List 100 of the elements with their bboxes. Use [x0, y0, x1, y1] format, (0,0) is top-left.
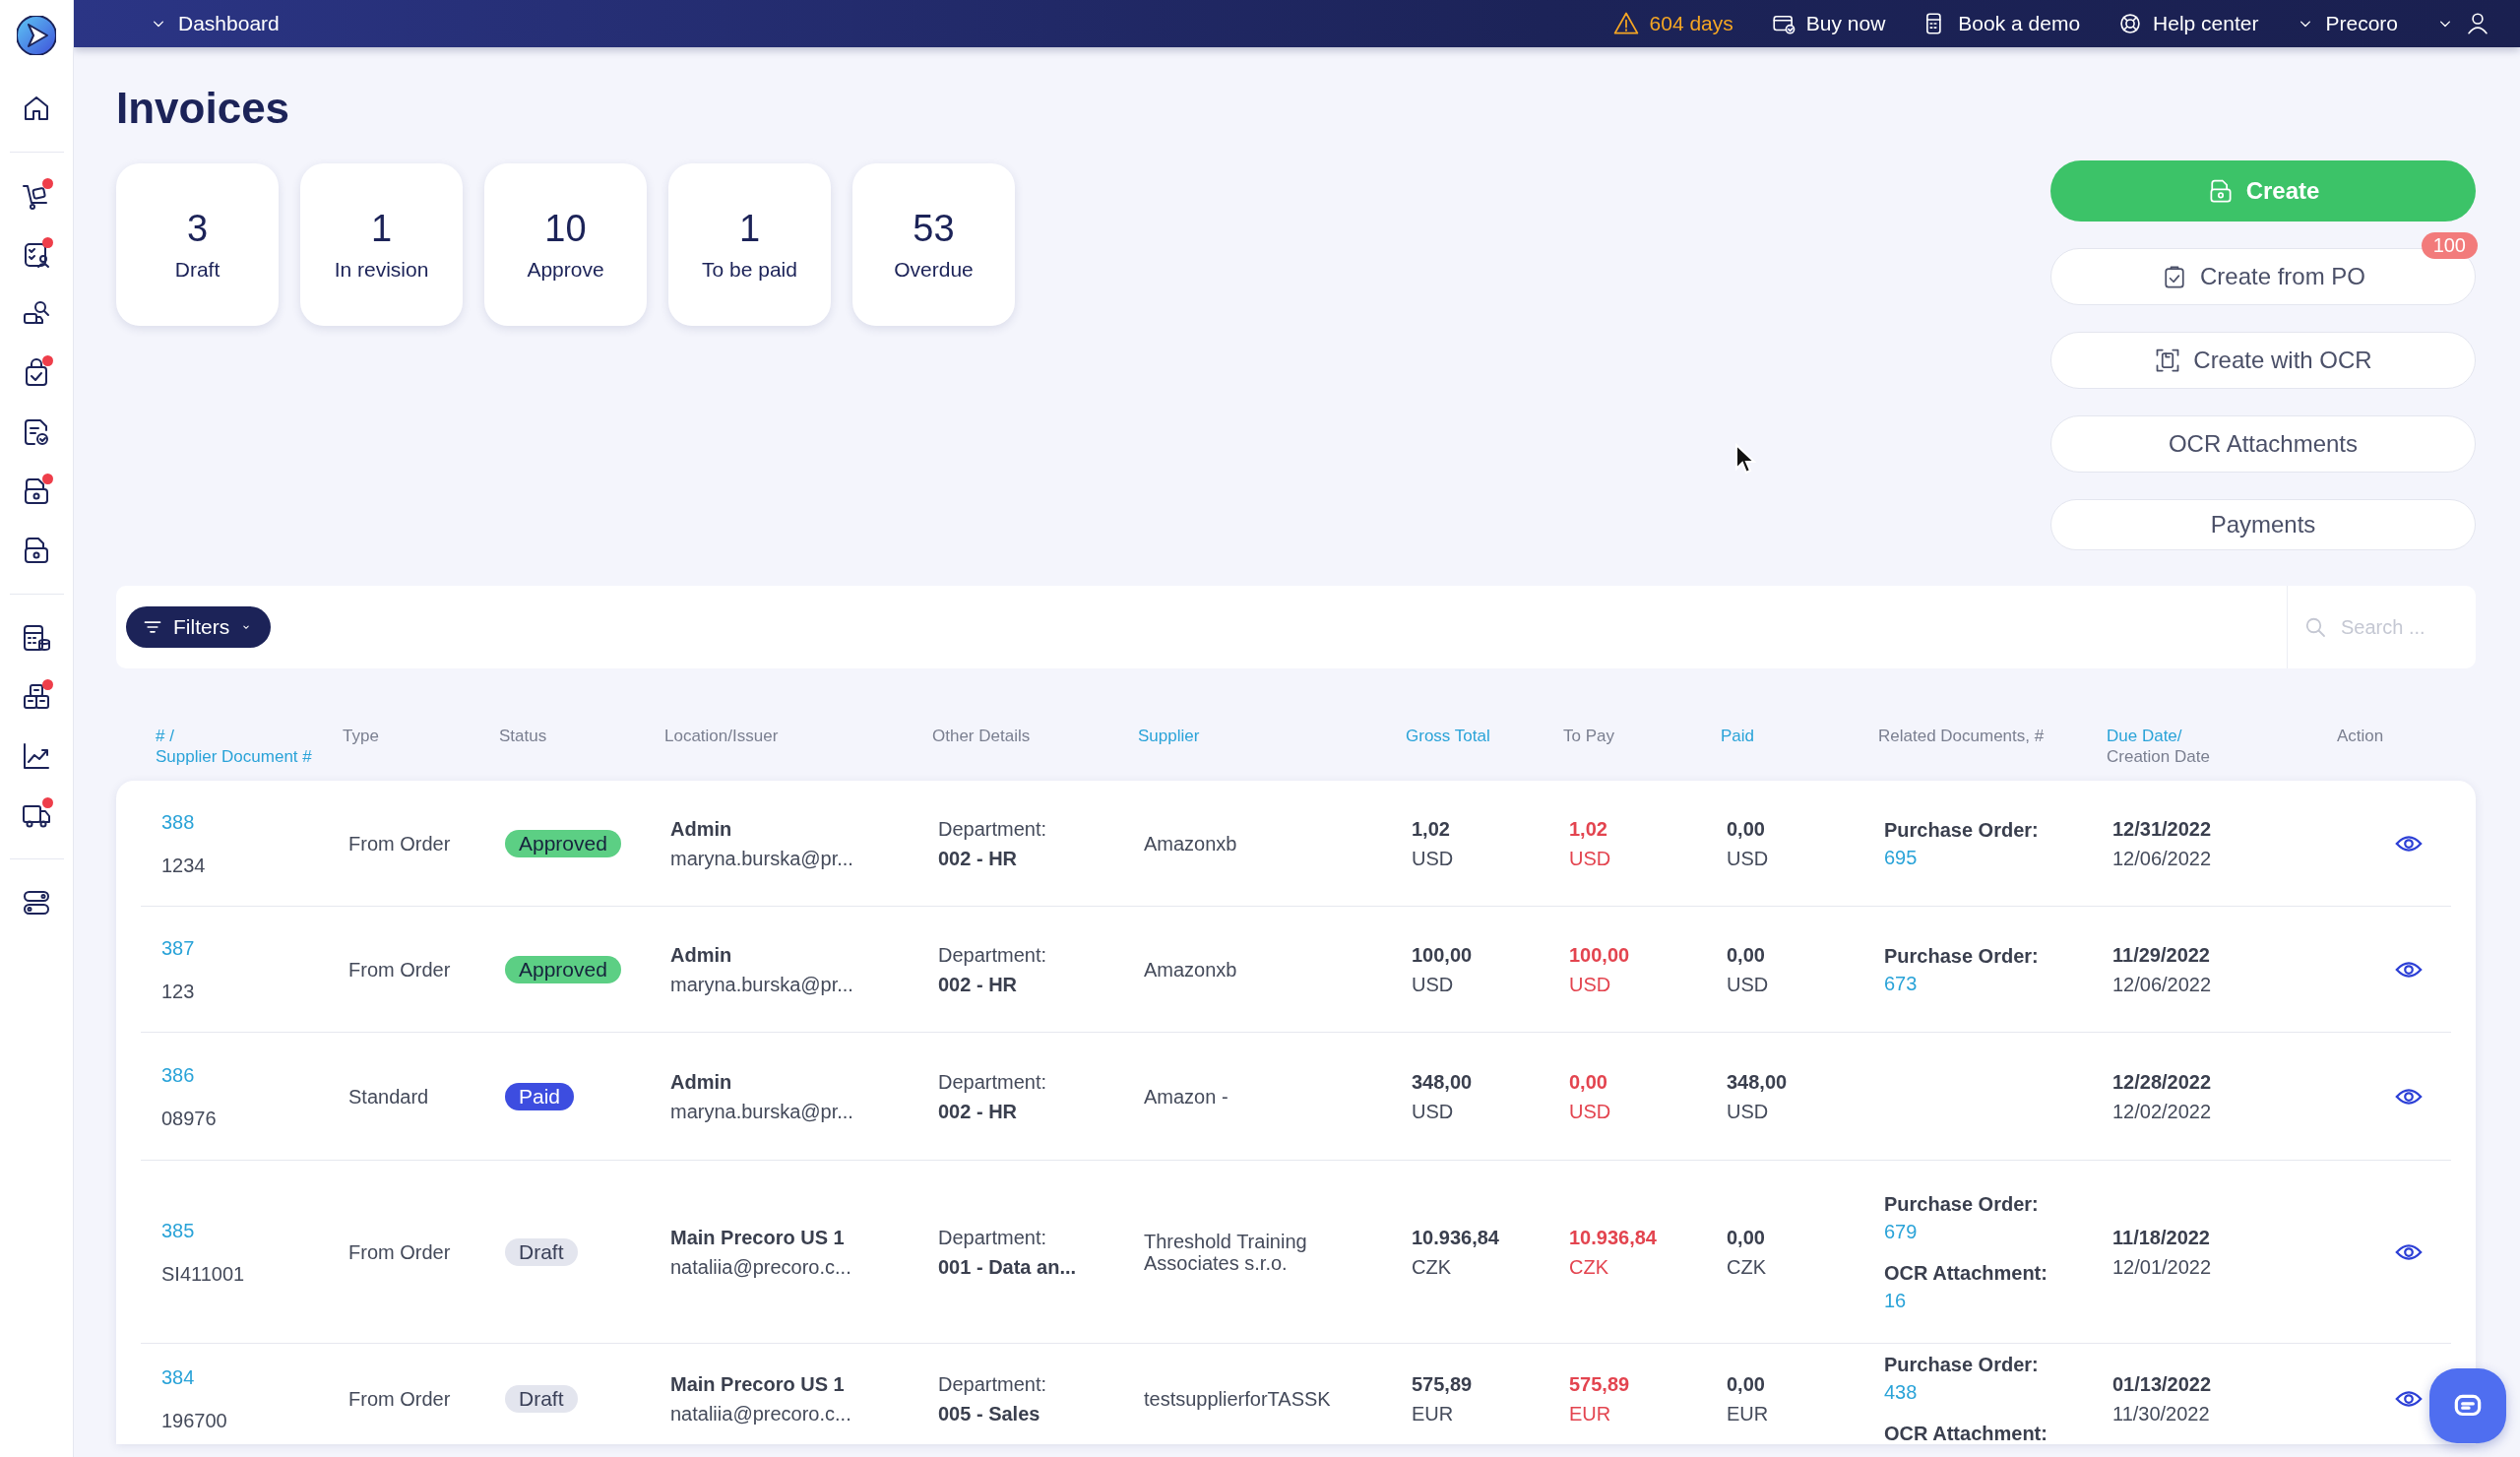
- amount: 348,00: [1727, 1070, 1789, 1093]
- invoice-type: From Order: [348, 1240, 452, 1263]
- currency: USD: [1727, 973, 1770, 995]
- amount: 10.936,84: [1569, 1226, 1658, 1248]
- column-header[interactable]: Supplier: [1138, 726, 1406, 746]
- document-link[interactable]: 673: [1884, 972, 2107, 994]
- stat-card[interactable]: 1 To be paid: [668, 163, 831, 326]
- warning-icon: [1611, 10, 1640, 37]
- stat-card[interactable]: 3 Draft: [116, 163, 279, 326]
- detail-value: 002 - HR: [938, 1100, 1019, 1122]
- currency: USD: [1727, 847, 1770, 869]
- top-bar-link[interactable]: Help center: [2117, 11, 2259, 36]
- issuer-email: maryna.burska@pr...: [670, 847, 854, 869]
- company-menu[interactable]: Precoro: [2296, 12, 2398, 35]
- stat-label: Draft: [174, 257, 220, 282]
- invoice-number-link[interactable]: 384: [161, 1366, 343, 1388]
- create-button[interactable]: Create: [2050, 160, 2476, 222]
- supplier-name: Amazon -: [1144, 1085, 1229, 1108]
- invoice-number-link[interactable]: 385: [161, 1219, 343, 1241]
- stat-count: 1: [370, 208, 393, 248]
- column-header[interactable]: Supplier Document #: [156, 746, 343, 767]
- stat-count: 53: [913, 208, 955, 248]
- issuer-email: nataliia@precoro.c...: [670, 1403, 852, 1425]
- top-bar-link[interactable]: Buy now: [1770, 11, 1886, 36]
- document-label: OCR Attachment:: [1884, 1261, 2048, 1284]
- issuer-email: maryna.burska@pr...: [670, 973, 854, 995]
- currency: EUR: [1727, 1403, 1770, 1425]
- action-button[interactable]: OCR Attachments: [2050, 415, 2476, 473]
- document-link[interactable]: 16: [1884, 1289, 2107, 1311]
- stat-card[interactable]: 53 Overdue: [852, 163, 1015, 326]
- creation-date: 12/06/2022: [2112, 973, 2213, 995]
- stat-label: To be paid: [702, 257, 797, 282]
- amount: 100,00: [1569, 943, 1631, 966]
- currency: USD: [1569, 973, 1612, 995]
- currency: USD: [1412, 973, 1455, 995]
- stat-card[interactable]: 10 Approve: [484, 163, 647, 326]
- stat-label: In revision: [334, 257, 429, 282]
- column-header[interactable]: # /: [156, 726, 343, 746]
- amount: 575,89: [1412, 1373, 1474, 1395]
- currency: USD: [1412, 1100, 1455, 1122]
- supplier-name: testsupplierforTASSK: [1144, 1388, 1332, 1410]
- dashboard-menu[interactable]: Dashboard: [149, 12, 280, 35]
- issuer-name: Admin: [670, 943, 733, 966]
- calculator-icon[interactable]: [21, 622, 52, 654]
- invoice-type: Standard: [348, 1085, 430, 1108]
- search-field[interactable]: Search ...: [2339, 614, 2471, 640]
- detail-label: Department:: [938, 943, 1048, 966]
- amount: 0,00: [1727, 1373, 1766, 1395]
- supplier-name: Threshold Training Associates s.r.o.: [1144, 1230, 1308, 1274]
- detail-value: 002 - HR: [938, 847, 1019, 869]
- amount: 100,00: [1412, 943, 1474, 966]
- supplier-name: Amazonxb: [1144, 958, 1238, 981]
- detail-value: 005 - Sales: [938, 1403, 1041, 1425]
- stat-card[interactable]: 1 In revision: [300, 163, 463, 326]
- invoice-number-link[interactable]: 388: [161, 810, 343, 833]
- supplier-name: Amazonxb: [1144, 832, 1238, 855]
- document-label: Purchase Order:: [1884, 1354, 2040, 1375]
- column-header: Type: [343, 726, 380, 746]
- document-link[interactable]: 695: [1884, 846, 2107, 868]
- column-header[interactable]: Due Date/: [2107, 726, 2337, 746]
- currency: CZK: [1727, 1255, 1767, 1278]
- column-header[interactable]: Paid: [1721, 726, 1878, 746]
- amount: 0,00: [1569, 1070, 1608, 1093]
- document-link[interactable]: 679: [1884, 1220, 2107, 1242]
- top-bar-link[interactable]: Book a demo: [1922, 11, 2081, 36]
- document-label: Purchase Order:: [1884, 818, 2040, 841]
- invoice-number-link[interactable]: 387: [161, 936, 343, 959]
- page-title: Invoices: [116, 87, 291, 130]
- detail-label: Department:: [938, 1070, 1048, 1093]
- document-label: Purchase Order:: [1884, 944, 2040, 967]
- user-icon: [2465, 11, 2490, 36]
- stat-label: Approve: [527, 257, 604, 282]
- cursor-icon: [1734, 443, 1756, 475]
- document-number: 1234: [161, 854, 207, 876]
- logo-icon[interactable]: [17, 16, 56, 55]
- issuer-name: Admin: [670, 817, 733, 840]
- stat-count: 10: [544, 208, 587, 248]
- detail-value: 002 - HR: [938, 973, 1019, 995]
- column-header: Action: [2337, 726, 2385, 746]
- action-button[interactable]: Create with OCR: [2050, 332, 2476, 389]
- amount: 0,00: [1727, 817, 1766, 840]
- invoice-number-link[interactable]: 386: [161, 1063, 343, 1086]
- document-label: Purchase Order:: [1884, 1192, 2040, 1215]
- document-number: 196700: [161, 1410, 228, 1431]
- trial-days: 604 days: [1649, 12, 1733, 35]
- creation-date: 12/01/2022: [2112, 1255, 2213, 1278]
- chart-icon[interactable]: [21, 740, 52, 772]
- chat-button[interactable]: [2429, 1368, 2506, 1443]
- creation-date: 12/06/2022: [2112, 847, 2213, 869]
- issuer-email: nataliia@precoro.c...: [670, 1255, 852, 1278]
- amount: 0,00: [1727, 943, 1766, 966]
- creation-date: 12/02/2022: [2112, 1100, 2213, 1122]
- column-header: Status: [499, 726, 548, 746]
- document-link[interactable]: 438: [1884, 1381, 2107, 1403]
- detail-label: Department:: [938, 817, 1048, 840]
- column-header: To Pay: [1563, 726, 1615, 746]
- column-header[interactable]: Gross Total: [1406, 726, 1563, 746]
- currency: CZK: [1569, 1255, 1609, 1278]
- amount: 1,02: [1569, 817, 1608, 840]
- amount: 0,00: [1727, 1226, 1766, 1248]
